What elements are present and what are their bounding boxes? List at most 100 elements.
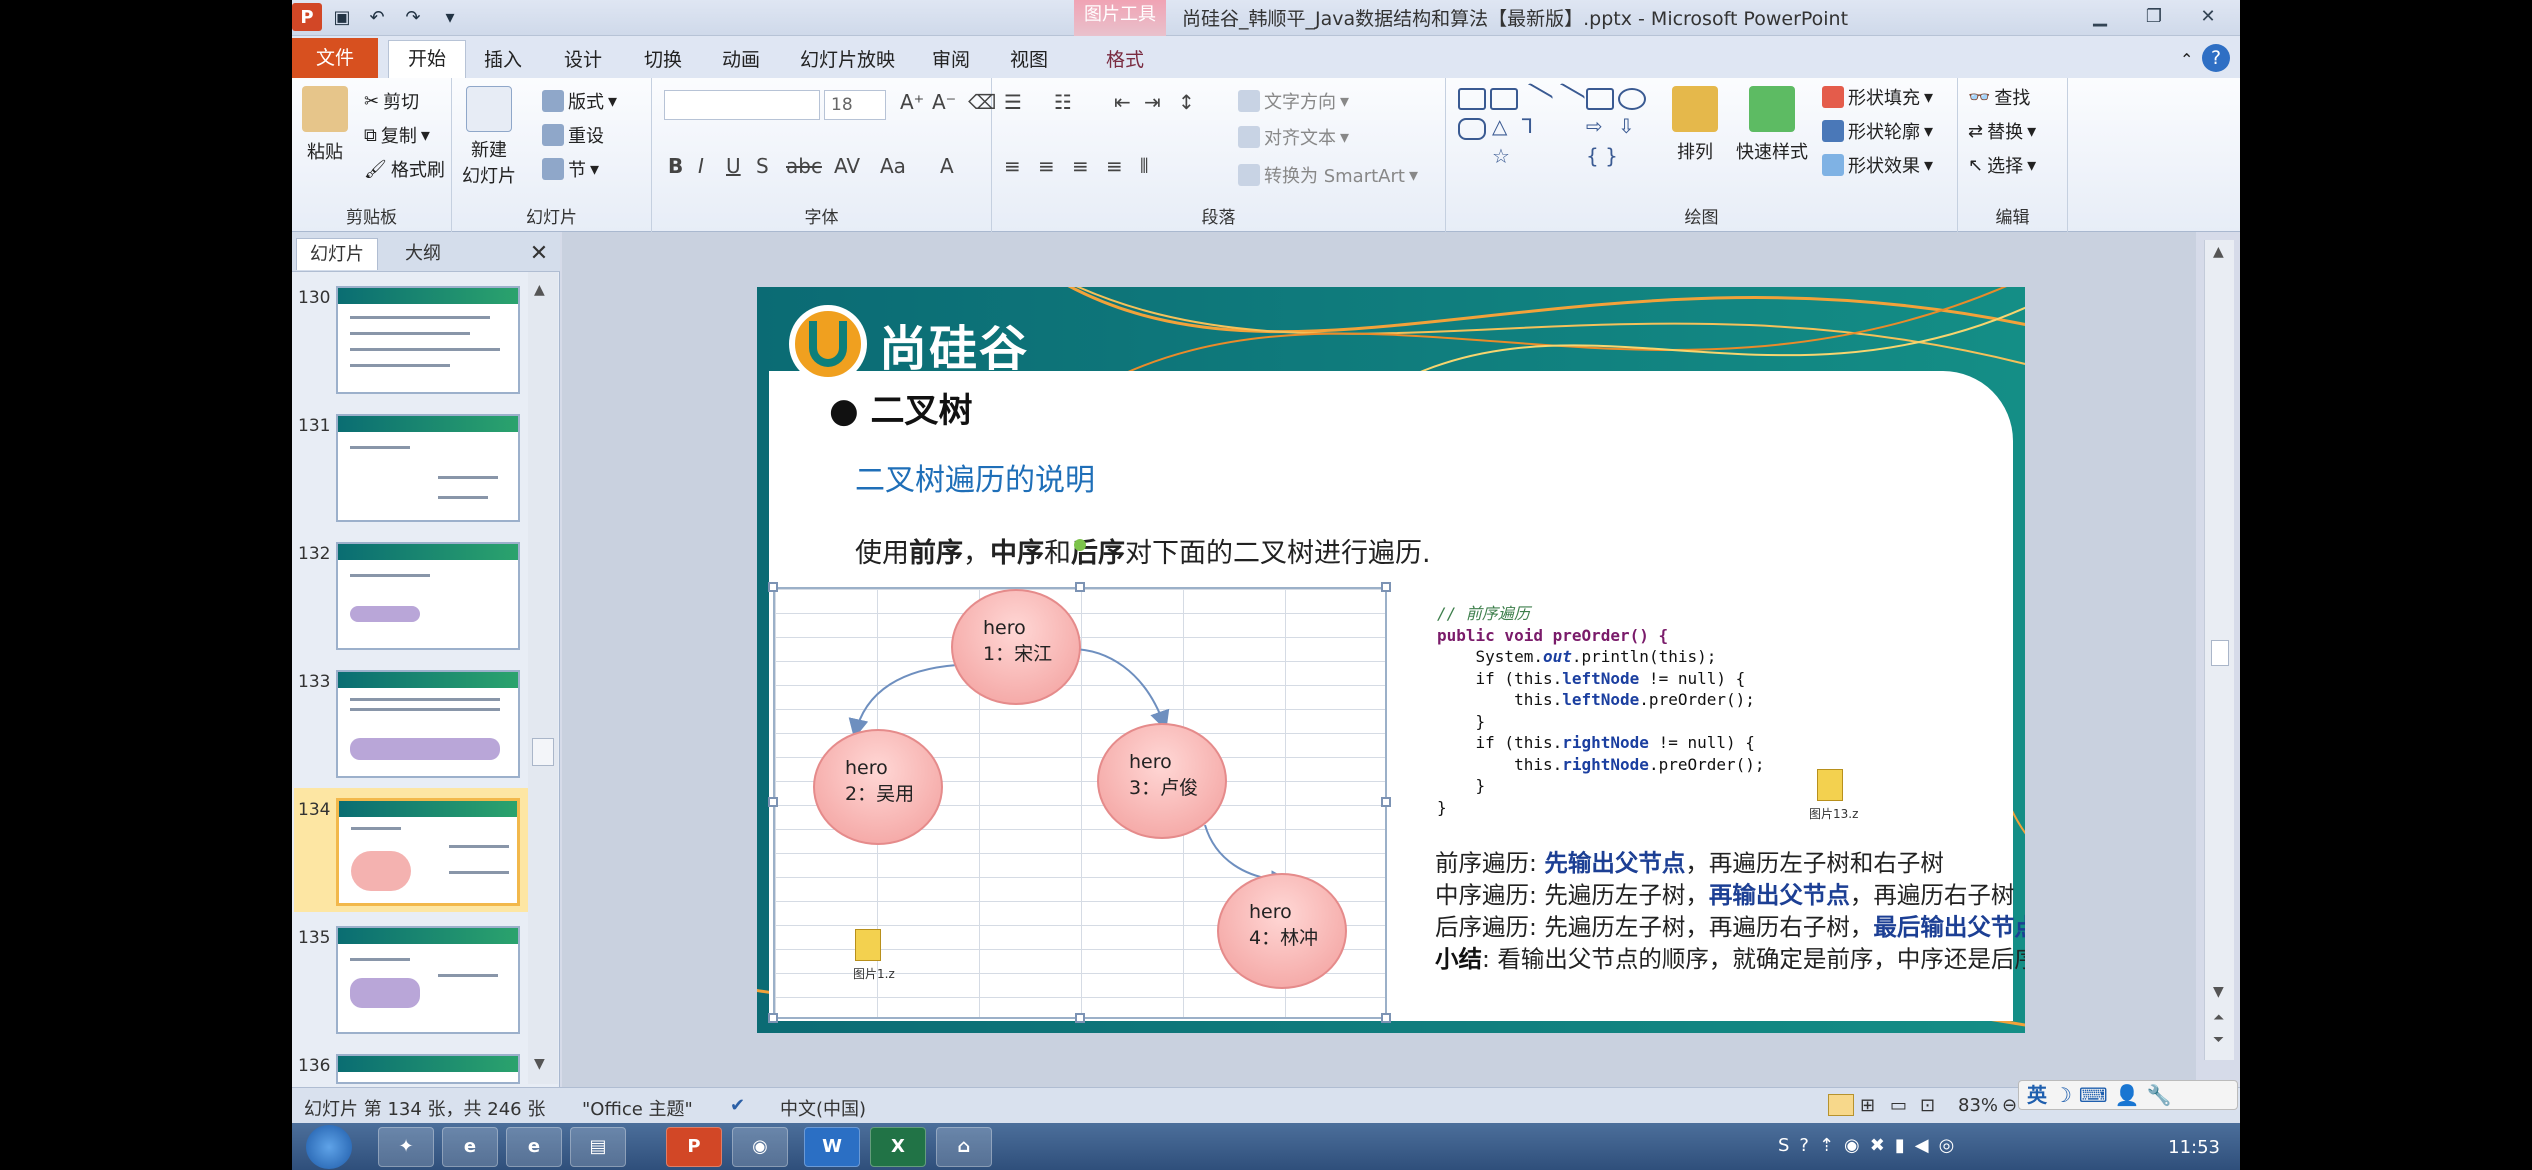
normal-view-icon[interactable] <box>1828 1094 1854 1116</box>
scroll-up-icon[interactable]: ▲ <box>534 282 545 298</box>
align-right-icon[interactable]: ≡ <box>1072 154 1089 178</box>
shape-line-icon[interactable] <box>1518 82 1554 116</box>
shape-outline-button[interactable]: 形状轮廓 ▾ <box>1822 118 1933 144</box>
tab-slides[interactable]: 幻灯片 <box>296 238 378 270</box>
taskbar-excel-icon[interactable]: X <box>870 1127 926 1167</box>
slide-bullet-title[interactable]: ● 二叉树 <box>829 383 973 432</box>
paste-button[interactable]: 粘贴 <box>302 86 348 164</box>
resize-handle-n[interactable] <box>1075 582 1085 592</box>
underline-icon[interactable]: U <box>726 154 741 178</box>
shape-oval-icon[interactable] <box>1618 88 1646 110</box>
slide-thumbnail-133[interactable] <box>336 670 520 778</box>
code-block[interactable]: // 前序遍历 public void preOrder() { System.… <box>1437 603 1765 818</box>
tab-format[interactable]: 格式 <box>1098 42 1152 78</box>
taskbar-app-icon[interactable]: ✦ <box>378 1127 434 1167</box>
reading-view-icon[interactable]: ▭ <box>1890 1095 1907 1116</box>
slide-scrollbar[interactable]: ▲ ▼ ⏶ ⏷ <box>2204 240 2234 1060</box>
scroll-down-icon[interactable]: ▼ <box>534 1056 545 1072</box>
binary-tree-picture[interactable]: hero 1：宋江 hero 2：吴用 hero 3：卢俊 hero 4：林冲 图片1.… <box>773 587 1387 1019</box>
italic-icon[interactable]: I <box>698 154 704 178</box>
shape-elbow-icon[interactable]: ⅂ <box>1522 114 1533 138</box>
slide-subtitle[interactable]: 二叉树遍历的说明 <box>855 455 1095 499</box>
shape-vtextbox-icon[interactable] <box>1490 88 1518 110</box>
scroll-up-icon[interactable]: ▲ <box>2213 244 2224 260</box>
resize-handle-sw[interactable] <box>768 1013 778 1023</box>
align-left-icon[interactable]: ≡ <box>1004 154 1021 178</box>
tab-slideshow[interactable]: 幻灯片放映 <box>792 42 903 78</box>
resize-handle-se[interactable] <box>1381 1013 1391 1023</box>
text-direction-button[interactable]: 文字方向 ▾ <box>1238 88 1349 114</box>
ribbon-collapse-icon[interactable]: ⌃ <box>2172 42 2201 78</box>
powerpoint-logo-icon[interactable]: P <box>292 3 322 31</box>
tree-node-4[interactable]: hero 4：林冲 <box>1217 873 1347 989</box>
shrink-font-icon[interactable]: A⁻ <box>932 90 956 114</box>
start-button-icon[interactable] <box>306 1125 352 1169</box>
align-center-icon[interactable]: ≡ <box>1038 154 1055 178</box>
spellcheck-icon[interactable]: ✔ <box>730 1095 745 1116</box>
resize-handle-ne[interactable] <box>1381 582 1391 592</box>
restore-icon[interactable]: ❐ <box>2132 2 2176 32</box>
slide-sorter-icon[interactable]: ⊞ <box>1860 1095 1875 1116</box>
find-button[interactable]: 👓 查找 <box>1968 84 2030 110</box>
slide-thumbnail-130[interactable] <box>336 286 520 394</box>
grow-font-icon[interactable]: A⁺ <box>900 90 924 114</box>
slide-thumbnail-132[interactable] <box>336 542 520 650</box>
save-icon[interactable]: ▣ <box>330 4 354 30</box>
taskbar-clock[interactable]: 11:53 <box>2168 1137 2220 1158</box>
shape-right-arrow-icon[interactable]: ⇨ <box>1586 114 1603 138</box>
close-icon[interactable]: ✕ <box>2186 2 2230 32</box>
qat-customize-icon[interactable]: ▾ <box>440 4 460 30</box>
slide-134[interactable]: 尚硅谷 ● 二叉树 二叉树遍历的说明 使用前序，中序和后序对下面的二叉树进行遍历… <box>757 287 2025 1033</box>
increase-indent-icon[interactable]: ⇥ <box>1144 90 1161 114</box>
smartart-button[interactable]: 转换为 SmartArt ▾ <box>1238 162 1418 188</box>
font-name-field[interactable] <box>664 90 820 120</box>
numbering-icon[interactable]: ☷ <box>1054 90 1072 114</box>
close-pane-icon[interactable]: ✕ <box>524 238 554 270</box>
shape-fill-button[interactable]: 形状填充 ▾ <box>1822 84 1933 110</box>
select-button[interactable]: ↖ 选择 ▾ <box>1968 152 2036 178</box>
resize-handle-w[interactable] <box>768 797 778 807</box>
tab-view[interactable]: 视图 <box>1002 42 1056 78</box>
theme-status[interactable]: "Office 主题" <box>582 1095 693 1121</box>
tab-design[interactable]: 设计 <box>556 42 610 78</box>
char-spacing-icon[interactable]: AV <box>834 154 860 178</box>
tab-transitions[interactable]: 切换 <box>636 42 690 78</box>
taskbar-explorer-icon[interactable]: ▤ <box>570 1127 626 1167</box>
columns-icon[interactable]: ⫴ <box>1140 154 1148 178</box>
embedded-file-icon[interactable] <box>855 929 881 961</box>
system-tray-icons[interactable]: S?⇡◉✖▮◀◎ <box>1778 1135 1964 1156</box>
tree-node-1[interactable]: hero 1：宋江 <box>951 589 1081 705</box>
shadow-icon[interactable]: S <box>756 154 769 178</box>
zoom-out-icon[interactable]: ⊖ <box>2002 1095 2017 1116</box>
slide-intro-text[interactable]: 使用前序，中序和后序对下面的二叉树进行遍历. <box>855 531 1431 570</box>
font-size-field[interactable]: 18 <box>824 90 886 120</box>
tree-node-3[interactable]: hero 3：卢俊 <box>1097 723 1227 839</box>
taskbar-ie-icon[interactable]: e <box>442 1127 498 1167</box>
taskbar-browser-icon[interactable]: e <box>506 1127 562 1167</box>
scroll-thumb[interactable] <box>2211 640 2229 666</box>
font-color-icon[interactable]: A <box>940 154 954 178</box>
reset-button[interactable]: 重设 <box>542 122 604 148</box>
help-icon[interactable]: ? <box>2202 44 2230 72</box>
zoom-level[interactable]: 83% <box>1958 1095 1998 1116</box>
resize-handle-s[interactable] <box>1075 1013 1085 1023</box>
thumbnail-scrollbar[interactable]: ▲ ▼ <box>528 272 558 1084</box>
taskbar-app2-icon[interactable]: ⌂ <box>936 1127 992 1167</box>
bullets-icon[interactable]: ☰ <box>1004 90 1022 114</box>
bold-icon[interactable]: B <box>668 154 683 178</box>
tab-home[interactable]: 开始 <box>388 40 466 78</box>
tab-review[interactable]: 审阅 <box>924 42 978 78</box>
slide-thumbnail-135[interactable] <box>336 926 520 1034</box>
redo-icon[interactable]: ↷ <box>398 4 428 30</box>
shape-roundrect-icon[interactable] <box>1458 118 1486 140</box>
layout-button[interactable]: 版式 ▾ <box>542 88 617 114</box>
traversal-summary[interactable]: 前序遍历: 先输出父节点，再遍历左子树和右子树 中序遍历: 先遍历左子树，再输出… <box>1435 847 2025 975</box>
language-status[interactable]: 中文(中国) <box>780 1095 866 1121</box>
tree-node-2[interactable]: hero 2：吴用 <box>813 729 943 845</box>
scroll-down-icon[interactable]: ▼ <box>2213 984 2224 1000</box>
decrease-indent-icon[interactable]: ⇤ <box>1114 90 1131 114</box>
arrange-button[interactable]: 排列 <box>1672 86 1718 164</box>
shape-triangle-icon[interactable]: △ <box>1492 114 1507 138</box>
change-case-icon[interactable]: Aa <box>880 154 906 178</box>
ime-toolbar[interactable]: 英 ☽ ⌨ 👤 🔧 <box>2018 1080 2238 1110</box>
